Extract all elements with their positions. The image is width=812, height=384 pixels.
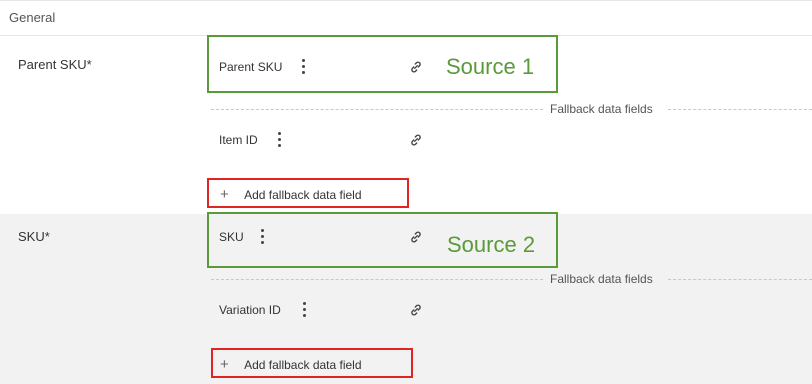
field-label-parent-sku: Parent SKU* xyxy=(18,57,92,72)
primary-mapping-label: SKU xyxy=(219,230,244,244)
fallback-caption: Fallback data fields xyxy=(550,272,653,286)
kebab-icon[interactable] xyxy=(303,302,307,318)
fallback-divider-left xyxy=(211,279,543,280)
add-fallback-button[interactable]: + Add fallback data field xyxy=(220,356,362,373)
plus-icon: + xyxy=(220,186,229,203)
fallback-divider-right xyxy=(668,109,812,110)
plus-icon: + xyxy=(220,356,229,373)
fallback-item-label: Variation ID xyxy=(219,303,281,317)
kebab-icon[interactable] xyxy=(261,229,265,245)
add-fallback-label: Add fallback data field xyxy=(244,358,362,372)
source-2-annotation: Source 2 xyxy=(447,232,536,257)
link-icon[interactable] xyxy=(409,60,423,74)
add-fallback-button[interactable]: + Add fallback data field xyxy=(220,186,362,203)
section-title: General xyxy=(9,10,56,25)
link-icon[interactable] xyxy=(409,133,423,147)
fallback-divider-right xyxy=(668,279,812,280)
primary-mapping-label: Parent SKU xyxy=(219,60,283,74)
fallback-caption: Fallback data fields xyxy=(550,102,653,116)
source-1-annotation: Source 1 xyxy=(446,54,535,79)
add-fallback-label: Add fallback data field xyxy=(244,188,362,202)
section-header xyxy=(0,0,812,36)
field-label-sku: SKU* xyxy=(18,229,50,244)
fallback-divider-left xyxy=(211,109,543,110)
kebab-icon[interactable] xyxy=(302,59,306,75)
fallback-item-label: Item ID xyxy=(219,133,258,147)
kebab-icon[interactable] xyxy=(278,132,282,148)
link-icon[interactable] xyxy=(409,230,423,244)
link-icon[interactable] xyxy=(409,303,423,317)
